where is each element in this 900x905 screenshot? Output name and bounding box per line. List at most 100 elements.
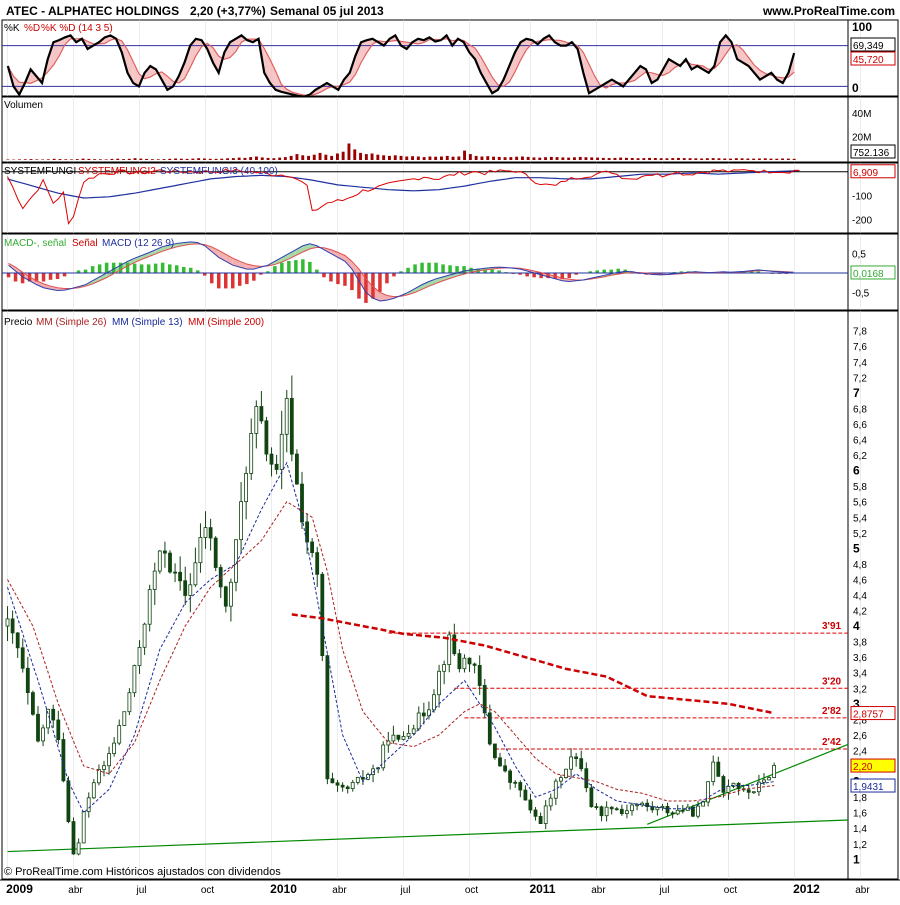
candle-body bbox=[346, 787, 349, 789]
candle-body bbox=[57, 720, 60, 740]
volume-ytick-20m: 20M bbox=[852, 132, 871, 143]
volume-bar bbox=[290, 156, 293, 160]
volume-ytick-40m: 40M bbox=[852, 109, 871, 120]
stoch-k-name: %K bbox=[4, 23, 20, 34]
macd-hist-bar bbox=[210, 273, 214, 283]
candle-body bbox=[275, 464, 278, 469]
macd-hist-bar bbox=[42, 273, 46, 282]
candle-body bbox=[585, 769, 588, 788]
candle-body bbox=[763, 780, 766, 782]
macd-hist-bar bbox=[322, 273, 326, 277]
candle-body bbox=[82, 812, 85, 843]
candle-body bbox=[397, 735, 400, 739]
candle-body bbox=[702, 802, 705, 806]
volume-bar bbox=[677, 158, 680, 160]
volume-bar bbox=[492, 157, 495, 160]
candle-body bbox=[108, 754, 111, 766]
macd-panel: MACD-, señalSeñalMACD (12 26 9)0,5-0,50,… bbox=[2, 234, 900, 310]
volume-bar bbox=[226, 158, 229, 160]
price-ytick-31: 1,6 bbox=[853, 809, 867, 820]
volume-bar bbox=[400, 156, 403, 160]
volume-bar bbox=[533, 157, 536, 160]
candle-body bbox=[504, 766, 507, 771]
price-ytick-23: 3,2 bbox=[853, 684, 867, 695]
volume-bar bbox=[186, 159, 189, 160]
candle-body bbox=[321, 574, 324, 655]
macd-title-b: Señal bbox=[72, 238, 98, 249]
macd-hist-bar bbox=[343, 273, 347, 286]
volume-bar bbox=[446, 156, 449, 160]
x-tick-12: 2012 bbox=[793, 882, 820, 896]
macd-hist-bar bbox=[357, 273, 361, 299]
candle-body bbox=[199, 538, 202, 563]
volume-bar bbox=[787, 159, 790, 160]
volume-bar bbox=[105, 159, 108, 160]
stoch-title: %K %D (14 3 5) bbox=[41, 23, 113, 34]
candle-body bbox=[128, 693, 131, 712]
candle-body bbox=[224, 587, 227, 606]
volume-bar bbox=[359, 153, 362, 160]
volume-bar bbox=[486, 156, 489, 160]
macd-hist-bar bbox=[133, 264, 137, 273]
x-tick-10: jul bbox=[658, 885, 669, 896]
candle-body bbox=[209, 528, 212, 538]
x-tick-3: oct bbox=[201, 885, 215, 896]
candle-body bbox=[194, 563, 197, 585]
volume-bar bbox=[272, 158, 275, 160]
macd-hist-bar bbox=[441, 264, 445, 273]
candle-body bbox=[103, 766, 106, 770]
candle-body bbox=[184, 581, 187, 596]
x-tick-11: oct bbox=[724, 885, 738, 896]
volume-bar bbox=[579, 157, 582, 160]
candle-body bbox=[473, 664, 476, 665]
candle-body bbox=[245, 474, 248, 502]
candle-body bbox=[747, 790, 750, 792]
volume-bar bbox=[723, 159, 726, 161]
candle-body bbox=[499, 758, 502, 766]
volume-frame bbox=[2, 97, 848, 162]
volume-bar bbox=[324, 155, 327, 160]
volume-bar bbox=[735, 158, 738, 160]
volume-bar bbox=[602, 158, 605, 160]
volume-bar bbox=[544, 157, 547, 160]
macd-hist-bar bbox=[308, 262, 312, 273]
volume-bar bbox=[683, 158, 686, 160]
volume-bar bbox=[590, 157, 593, 160]
candle-body bbox=[768, 778, 771, 780]
volume-bar bbox=[168, 159, 171, 160]
candle-body bbox=[671, 813, 674, 814]
stoch-ytick-100: 100 bbox=[852, 20, 872, 34]
resistance-label-2: 2'82 bbox=[822, 706, 842, 717]
resistance-label-0: 3'91 bbox=[822, 621, 842, 632]
macd-hist-bar bbox=[385, 273, 389, 283]
volume-bar bbox=[515, 157, 518, 160]
candle-body bbox=[575, 757, 578, 759]
volume-bar bbox=[330, 156, 333, 160]
macd-hist-bar bbox=[56, 273, 60, 279]
volume-bar bbox=[625, 158, 628, 160]
macd-hist-bar bbox=[287, 261, 291, 273]
macd-hist-bar bbox=[245, 273, 249, 284]
sys-last: 6,909 bbox=[853, 168, 878, 179]
price-legend-ma26: MM (Simple 26) bbox=[36, 317, 107, 328]
macd-hist-bar bbox=[336, 273, 340, 284]
header-site[interactable]: www.ProRealTime.com bbox=[762, 4, 895, 18]
volume-bar bbox=[475, 156, 478, 160]
volume-bar bbox=[746, 159, 749, 161]
macd-hist-bar bbox=[63, 273, 67, 276]
candle-body bbox=[620, 809, 623, 813]
x-tick-5: abr bbox=[332, 885, 347, 896]
candle-body bbox=[722, 777, 725, 793]
candle-body bbox=[712, 762, 715, 782]
candle-body bbox=[31, 693, 34, 715]
volume-bar bbox=[405, 157, 408, 161]
volume-bar bbox=[567, 158, 570, 160]
macd-hist-bar bbox=[105, 263, 109, 273]
volume-bar bbox=[284, 157, 287, 160]
volume-bar bbox=[41, 160, 44, 161]
price-ytick-9: 6 bbox=[853, 464, 860, 478]
volume-bar bbox=[556, 157, 559, 160]
price-ytick-10: 5,8 bbox=[853, 482, 867, 493]
volume-bar bbox=[521, 157, 524, 161]
stoch-ytick-0: 0 bbox=[852, 81, 859, 95]
